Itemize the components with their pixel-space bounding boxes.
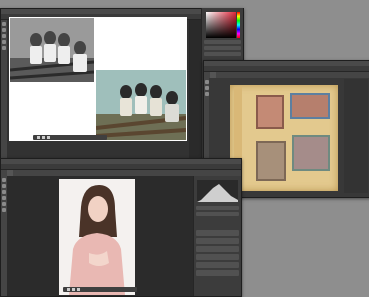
- histogram-graph: [197, 184, 238, 202]
- panel-row[interactable]: [204, 52, 241, 56]
- contextual-task-bar[interactable]: [33, 135, 107, 140]
- brush-tool-icon[interactable]: [2, 202, 6, 206]
- colorized-photo: [96, 70, 186, 140]
- panel-row[interactable]: [204, 46, 241, 50]
- color-field[interactable]: [206, 12, 236, 38]
- layer-row[interactable]: [196, 246, 239, 252]
- brush-tool-icon[interactable]: [2, 40, 6, 44]
- layer-row[interactable]: [196, 262, 239, 268]
- portrait-image: [59, 179, 135, 295]
- taskbar-icon-3[interactable]: [77, 288, 80, 291]
- portrait-photo: [59, 179, 135, 295]
- panel-row[interactable]: [196, 212, 239, 216]
- ruler-strip: [344, 79, 368, 193]
- panel-row[interactable]: [204, 40, 241, 44]
- photoshop-window-portrait[interactable]: [0, 158, 242, 297]
- marquee-tool-icon[interactable]: [2, 28, 6, 32]
- taskbar-icon-1[interactable]: [67, 288, 70, 291]
- taskbar-icon-2[interactable]: [72, 288, 75, 291]
- colorized-photo-image: [96, 70, 186, 140]
- move-tool-icon[interactable]: [205, 80, 209, 84]
- crop-tool-icon[interactable]: [2, 196, 6, 200]
- properties-panel[interactable]: [193, 176, 241, 228]
- histogram: [197, 180, 238, 202]
- toolbar[interactable]: [1, 20, 7, 159]
- move-tool-icon[interactable]: [2, 22, 6, 26]
- layer-row[interactable]: [196, 270, 239, 276]
- toolbar[interactable]: [1, 176, 7, 296]
- bw-photo-image: [10, 18, 94, 82]
- document-tabs[interactable]: [204, 72, 369, 78]
- move-tool-icon[interactable]: [2, 178, 6, 182]
- layers-panel[interactable]: [193, 228, 241, 296]
- layer-row[interactable]: [196, 238, 239, 244]
- bw-photo: [10, 18, 94, 82]
- lasso-tool-icon[interactable]: [2, 34, 6, 38]
- eraser-tool-icon[interactable]: [205, 92, 209, 96]
- document-tab[interactable]: [7, 170, 13, 176]
- brush-tool-icon[interactable]: [205, 86, 209, 90]
- clone-tool-icon[interactable]: [2, 208, 6, 212]
- layer-row[interactable]: [196, 230, 239, 236]
- lasso-tool-icon[interactable]: [2, 190, 6, 194]
- marquee-tool-icon[interactable]: [2, 184, 6, 188]
- panel-row[interactable]: [196, 206, 239, 210]
- contextual-task-bar[interactable]: [63, 287, 137, 292]
- album-page-image: [234, 87, 330, 189]
- layer-row[interactable]: [196, 254, 239, 260]
- album-page-scan: [230, 85, 338, 191]
- eraser-tool-icon[interactable]: [2, 46, 6, 50]
- document-tab[interactable]: [210, 72, 216, 78]
- taskbar-icon-1[interactable]: [37, 136, 40, 139]
- color-panel[interactable]: [201, 8, 243, 64]
- taskbar-icon-3[interactable]: [47, 136, 50, 139]
- hue-slider[interactable]: [237, 12, 240, 38]
- taskbar-icon-2[interactable]: [42, 136, 45, 139]
